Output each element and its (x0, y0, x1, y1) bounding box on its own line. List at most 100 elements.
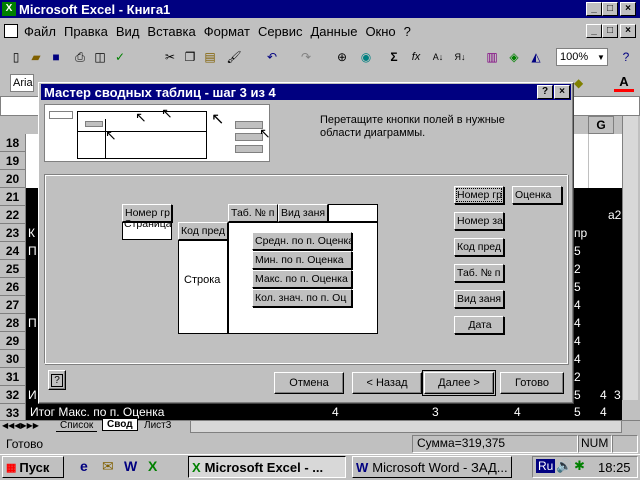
field-group-number[interactable]: Номер гр (454, 186, 504, 204)
data-field-avg[interactable]: Средн. по п. Оценка (252, 232, 352, 250)
open-icon[interactable]: ▰ (26, 48, 46, 66)
lang-indicator[interactable]: Ru (536, 459, 556, 473)
drawing-icon[interactable]: ◭ (526, 48, 546, 66)
row-header[interactable]: 18 (0, 134, 26, 152)
function-icon[interactable]: fx (406, 48, 426, 66)
doc-minimize-icon[interactable]: _ (586, 24, 602, 38)
zoom-dropdown-icon[interactable]: ▼ (594, 48, 608, 66)
save-icon[interactable]: ■ (46, 48, 66, 66)
column-field-tab[interactable]: Таб. № п (228, 204, 278, 222)
map-icon[interactable]: ◈ (504, 48, 524, 66)
cancel-button[interactable]: Отмена (274, 372, 344, 394)
tray-icon[interactable]: 🔊 (556, 458, 572, 474)
menu-item-data[interactable]: Данные (310, 24, 357, 39)
cut-icon[interactable]: ✂ (160, 48, 180, 66)
field-tab-number[interactable]: Таб. № п (454, 264, 504, 282)
sheet-tab-list3[interactable]: Лист3 (140, 420, 175, 431)
chart-wizard-icon[interactable]: ▥ (482, 48, 502, 66)
sort-ascending-icon[interactable]: A↓ (428, 48, 448, 66)
menu-item-insert[interactable]: Вставка (147, 24, 195, 39)
copy-icon[interactable]: ❐ (180, 48, 200, 66)
wizard-help-button[interactable]: ? (48, 370, 66, 390)
row-header[interactable]: 31 (0, 368, 26, 386)
row-header[interactable]: 26 (0, 278, 26, 296)
redo-icon[interactable]: ↷ (296, 48, 316, 66)
finish-button[interactable]: Готово (500, 372, 564, 394)
fill-color-icon[interactable]: ◆ (574, 76, 590, 90)
row-header[interactable]: 30 (0, 350, 26, 368)
doc-restore-icon[interactable]: □ (602, 24, 618, 38)
back-button[interactable]: < Назад (352, 372, 422, 394)
dialog-help-icon[interactable]: ? (537, 85, 553, 99)
menu-item-window[interactable]: Окно (365, 24, 395, 39)
format-painter-icon[interactable]: 🖌 (224, 48, 244, 66)
row-header[interactable]: 28 (0, 314, 26, 332)
row-header[interactable]: 25 (0, 260, 26, 278)
row-header[interactable]: 19 (0, 152, 26, 170)
field-record-number[interactable]: Номер зач (454, 212, 504, 230)
field-date[interactable]: Дата (454, 316, 504, 334)
font-color-icon[interactable]: A (614, 74, 634, 92)
task-excel[interactable]: X Microsoft Excel - ... (188, 456, 346, 478)
sheet-tab-svod[interactable]: Свод (102, 419, 138, 431)
task-word[interactable]: W Microsoft Word - ЗАД... (352, 456, 512, 478)
sort-descending-icon[interactable]: Я↓ (450, 48, 470, 66)
data-field-max[interactable]: Макс. по п. Оценка (252, 270, 352, 288)
menu-item-format[interactable]: Формат (204, 24, 250, 39)
row-header[interactable]: 21 (0, 188, 26, 206)
undo-icon[interactable]: ↶ (262, 48, 282, 66)
excel-quick-icon[interactable]: X (148, 458, 157, 474)
next-button[interactable]: Далее > (422, 370, 496, 396)
row-header[interactable]: 20 (0, 170, 26, 188)
row-header[interactable]: 29 (0, 332, 26, 350)
row-header[interactable]: 32 (0, 386, 26, 404)
dialog-title-bar[interactable]: Мастер сводных таблиц - шаг 3 из 4 (41, 84, 571, 100)
web-toolbar-icon[interactable]: ◉ (356, 48, 376, 66)
field-lesson-type[interactable]: Вид заня (454, 290, 504, 308)
task-word-label: Microsoft Word - ЗАД... (372, 459, 508, 475)
data-field-min[interactable]: Мин. по п. Оценка (252, 251, 352, 269)
row-header[interactable]: 22 (0, 206, 26, 224)
data-field-count[interactable]: Кол. знач. по п. Оц (252, 289, 352, 307)
row-34-cells[interactable]: Итог Макс. по п. Оценка 4 3 4 5 4 (26, 404, 622, 420)
tab-scroll-icon[interactable]: ◀◀◀▶▶▶ (2, 421, 39, 430)
column-header-g[interactable]: G (588, 116, 614, 134)
font-select[interactable]: Arial (10, 74, 34, 92)
menu-item-view[interactable]: Вид (116, 24, 140, 39)
paste-icon[interactable]: ▤ (200, 48, 220, 66)
dialog-close-icon[interactable]: × (554, 85, 570, 99)
new-icon[interactable]: ▯ (6, 48, 26, 66)
menu-item-help[interactable]: ? (404, 24, 411, 39)
maximize-icon[interactable]: □ (602, 2, 618, 16)
autosum-icon[interactable]: Σ (384, 48, 404, 66)
outlook-icon[interactable]: ✉ (102, 458, 114, 475)
ie-icon[interactable]: e (80, 458, 88, 474)
print-icon[interactable]: ⎙ (70, 48, 90, 66)
vertical-scrollbar[interactable] (622, 116, 638, 400)
field-grade[interactable]: Оценка (512, 186, 562, 204)
cell-g-header-area[interactable] (588, 134, 622, 188)
excel-title-bar[interactable]: X Microsoft Excel - Книга1 (0, 0, 640, 18)
doc-close-icon[interactable]: × (620, 24, 636, 38)
hyperlink-icon[interactable]: ⊕ (332, 48, 352, 66)
bug-icon[interactable]: ✱ (574, 458, 585, 474)
spelling-icon[interactable]: ✓ (110, 48, 130, 66)
row-header[interactable]: 23 (0, 224, 26, 242)
office-assistant-icon[interactable]: ? (616, 48, 636, 66)
word-quick-icon[interactable]: W (124, 458, 137, 474)
start-button[interactable]: ▦ Пуск (2, 456, 64, 478)
horizontal-scrollbar[interactable] (190, 420, 622, 433)
menu-item-edit[interactable]: Правка (64, 24, 108, 39)
minimize-icon[interactable]: _ (586, 2, 602, 16)
menu-item-tools[interactable]: Сервис (258, 24, 303, 39)
row-header[interactable]: 27 (0, 296, 26, 314)
menu-item-file[interactable]: Файл (24, 24, 56, 39)
field-subject-code[interactable]: Код пред (454, 238, 504, 256)
row-header[interactable]: 24 (0, 242, 26, 260)
sheet-tab-list[interactable]: Список (56, 420, 98, 432)
close-icon[interactable]: × (620, 2, 636, 16)
preview-icon[interactable]: ◫ (90, 48, 110, 66)
illus-btn4 (235, 145, 263, 153)
column-field-type[interactable]: Вид заня (278, 204, 328, 222)
row-field-button[interactable]: Код пред (178, 222, 228, 240)
